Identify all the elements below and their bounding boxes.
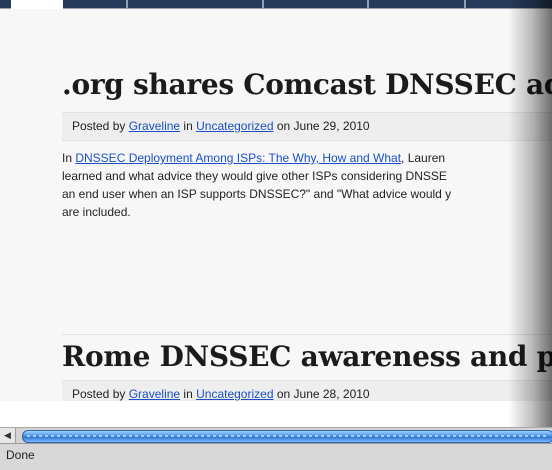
scrollbar-thumb[interactable] [22, 430, 552, 443]
excerpt-line-4: are included. [62, 205, 131, 219]
excerpt-line1-suffix: , Lauren [401, 151, 446, 165]
author-link[interactable]: Graveline [129, 387, 180, 401]
post-meta: Posted by Graveline in Uncategorized on … [62, 112, 552, 141]
horizontal-scrollbar[interactable]: ◀ [0, 427, 552, 443]
posted-by-label: Posted by [72, 387, 126, 401]
status-text: Done [6, 448, 35, 462]
posted-by-label: Posted by [72, 119, 126, 133]
in-label: in [183, 119, 193, 133]
nav-tab-segment[interactable] [63, 0, 552, 8]
post-meta: Posted by Graveline in Uncategorized on … [62, 380, 552, 401]
author-link[interactable]: Graveline [129, 119, 180, 133]
nav-divider [367, 0, 369, 8]
excerpt-line-2: learned and what advice they would give … [62, 169, 447, 183]
post-1: .org shares Comcast DNSSEC advice [62, 68, 552, 101]
arrow-left-icon[interactable]: ◀ [0, 428, 16, 443]
in-label: in [183, 387, 193, 401]
nav-tab-segment[interactable] [0, 0, 11, 8]
nav-divider [464, 0, 466, 8]
status-bar: Done [0, 443, 552, 470]
category-link[interactable]: Uncategorized [196, 119, 273, 133]
post-title[interactable]: Rome DNSSEC awareness and plann [62, 340, 552, 373]
top-navigation-bar [0, 0, 552, 9]
post-excerpt: In DNSSEC Deployment Among ISPs: The Why… [62, 149, 552, 221]
post-divider [62, 334, 552, 335]
nav-divider [126, 0, 128, 8]
post-date: on June 29, 2010 [276, 119, 370, 133]
post-2: Rome DNSSEC awareness and plann [62, 340, 552, 373]
post-date: on June 28, 2010 [276, 387, 370, 401]
post-title[interactable]: .org shares Comcast DNSSEC advice [62, 68, 552, 101]
nav-tab-active[interactable] [11, 0, 63, 9]
nav-divider [262, 0, 264, 8]
excerpt-prefix: In [62, 151, 76, 165]
article-link[interactable]: DNSSEC Deployment Among ISPs: The Why, H… [75, 151, 401, 165]
page-content: .org shares Comcast DNSSEC advice Posted… [0, 9, 552, 401]
category-link[interactable]: Uncategorized [196, 387, 273, 401]
excerpt-line-3: an end user when an ISP supports DNSSEC?… [62, 187, 452, 201]
